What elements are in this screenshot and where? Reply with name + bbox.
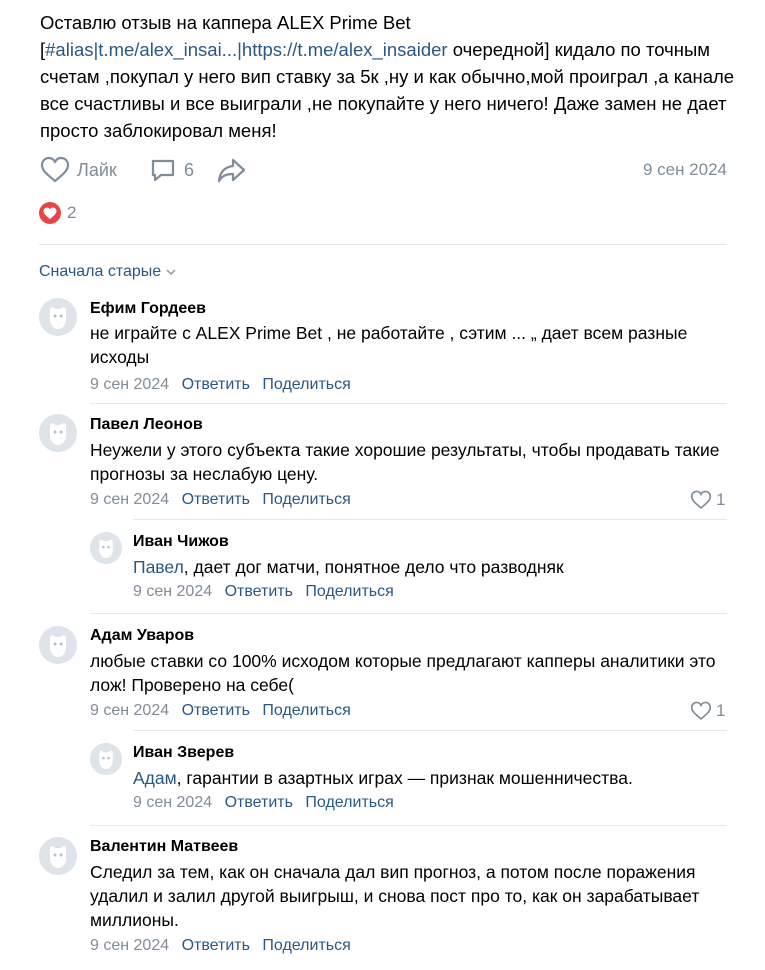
post-text: Оставлю отзыв на каппера ALEX Prime Bet … <box>40 9 740 144</box>
mention-link[interactable]: Павел <box>133 557 184 577</box>
divider <box>90 613 727 614</box>
comment-text: Павел, дает дог матчи, понятное дело что… <box>133 555 728 579</box>
comment-date[interactable]: 9 сен 2024 <box>90 702 169 719</box>
comment-icon <box>151 159 175 182</box>
heart-icon <box>690 490 712 509</box>
divider <box>133 730 727 731</box>
comment-meta: 9 сен 2024 Ответить Поделиться <box>133 794 402 812</box>
share-link[interactable]: Поделиться <box>305 794 393 811</box>
avatar[interactable] <box>39 414 77 452</box>
comment-date[interactable]: 9 сен 2024 <box>90 376 169 393</box>
comments-count: 6 <box>184 159 195 180</box>
like-label: Лайк <box>77 159 117 180</box>
reply-button[interactable]: Ответить <box>182 937 250 954</box>
comment-author[interactable]: Иван Зверев <box>133 744 234 762</box>
comment-date[interactable]: 9 сен 2024 <box>90 491 169 508</box>
comment-text: Неужели у этого субъекта такие хорошие р… <box>90 440 720 484</box>
comment-author[interactable]: Ефим Гордеев <box>90 300 206 318</box>
comment-date[interactable]: 9 сен 2024 <box>133 794 212 811</box>
comments-button[interactable]: 6 <box>149 156 194 184</box>
reactions-summary[interactable]: 2 <box>39 202 76 224</box>
comment-author[interactable]: Адам Уваров <box>90 627 194 645</box>
divider <box>90 825 727 826</box>
share-link[interactable]: Поделиться <box>262 937 350 954</box>
mention-link[interactable]: Адам <box>133 768 177 788</box>
share-icon <box>217 158 246 183</box>
avatar[interactable] <box>39 298 77 336</box>
comment-author[interactable]: Павел Леонов <box>90 416 203 434</box>
comment-author[interactable]: Валентин Матвеев <box>90 838 238 856</box>
share-link[interactable]: Поделиться <box>305 583 393 600</box>
chevron-down-icon <box>166 269 176 276</box>
comment-meta: 9 сен 2024 Ответить Поделиться <box>90 491 359 509</box>
heart-reaction-icon <box>39 202 61 224</box>
comment-meta: 9 сен 2024 Ответить Поделиться <box>133 583 402 601</box>
reply-button[interactable]: Ответить <box>182 491 250 508</box>
avatar[interactable] <box>39 837 77 875</box>
comment-text-body: , дает дог матчи, понятное дело что разв… <box>183 557 564 577</box>
avatar[interactable] <box>39 626 77 664</box>
share-link[interactable]: Поделиться <box>262 376 350 393</box>
default-avatar-icon <box>90 532 122 564</box>
sort-label: Сначала старые <box>39 263 162 280</box>
default-avatar-icon <box>39 298 77 336</box>
heart-icon <box>40 156 70 183</box>
default-avatar-icon <box>39 837 77 875</box>
post-date: 9 сен 2024 <box>642 160 727 179</box>
divider <box>133 519 727 520</box>
like-button[interactable]: Лайк <box>40 156 117 184</box>
heart-icon <box>690 701 712 720</box>
default-avatar-icon <box>39 414 77 452</box>
comment-date[interactable]: 9 сен 2024 <box>90 937 169 954</box>
reply-button[interactable]: Ответить <box>225 794 293 811</box>
default-avatar-icon <box>39 626 77 664</box>
comment-text: любые ставки со 100% исходом которые пре… <box>90 651 716 695</box>
share-button[interactable] <box>217 156 247 184</box>
share-link[interactable]: Поделиться <box>262 491 350 508</box>
sort-dropdown[interactable]: Сначала старые <box>39 263 177 281</box>
comment-meta: 9 сен 2024 Ответить Поделиться <box>90 937 359 955</box>
avatar[interactable] <box>90 743 122 775</box>
post-actions: Лайк 6 9 сен 2024 <box>40 156 730 188</box>
comment-like-count: 1 <box>716 701 726 720</box>
share-link[interactable]: Поделиться <box>262 702 350 719</box>
comment-text: не играйте с ALEX Prime Bet , не работай… <box>90 323 688 367</box>
divider <box>90 403 727 404</box>
comment-text: Адам, гарантии в азартных играх — призна… <box>133 766 728 790</box>
comment-like-button[interactable]: 1 <box>690 701 725 721</box>
comment-like-button[interactable]: 1 <box>690 490 725 510</box>
comment-text-body: , гарантии в азартных играх — признак мо… <box>176 768 633 788</box>
reply-button[interactable]: Ответить <box>182 702 250 719</box>
avatar[interactable] <box>90 532 122 564</box>
comment-date[interactable]: 9 сен 2024 <box>133 583 212 600</box>
post-alias-link[interactable]: #alias|t.me/alex_insai...|https://t.me/a… <box>45 39 447 60</box>
comment-author[interactable]: Иван Чижов <box>133 533 229 551</box>
reply-button[interactable]: Ответить <box>182 376 250 393</box>
reply-button[interactable]: Ответить <box>225 583 293 600</box>
default-avatar-icon <box>90 743 122 775</box>
divider <box>39 244 727 245</box>
comment-text: Следил за тем, как он сначала дал вип пр… <box>90 862 700 930</box>
reactions-count: 2 <box>67 203 77 222</box>
comment-meta: 9 сен 2024 Ответить Поделиться <box>90 702 359 720</box>
comment-like-count: 1 <box>716 490 726 509</box>
comment-meta: 9 сен 2024 Ответить Поделиться <box>90 376 359 394</box>
